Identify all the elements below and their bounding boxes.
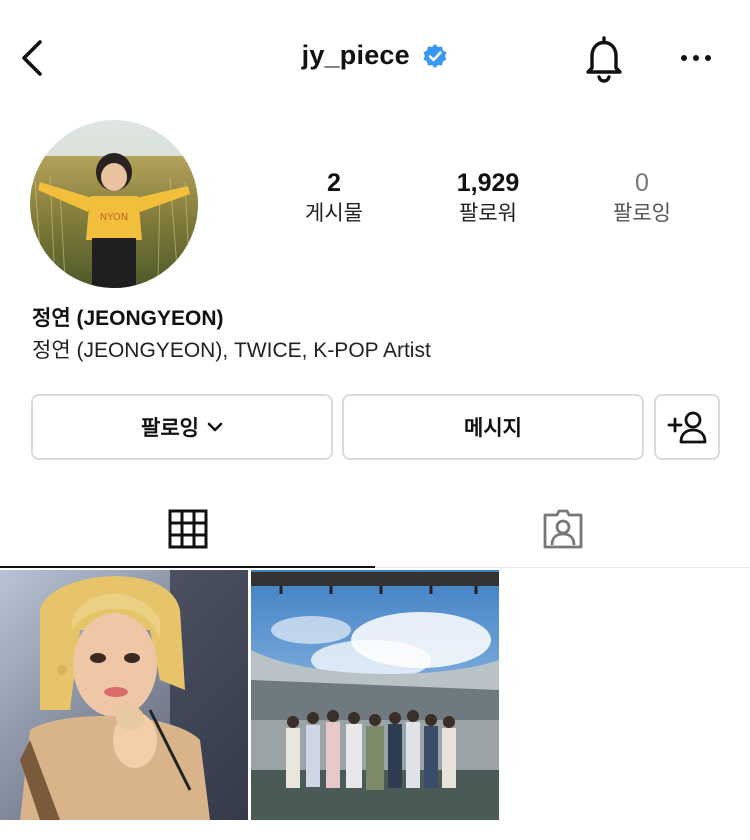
stat-following[interactable]: 0 팔로잉 — [572, 168, 712, 228]
stat-followers[interactable]: 1,929 팔로워 — [418, 168, 558, 228]
posts-count: 2 — [327, 169, 341, 197]
bell-icon — [586, 36, 622, 83]
profile-avatar[interactable]: NYON — [30, 120, 198, 288]
chevron-down-icon — [207, 422, 223, 432]
grid-icon — [168, 509, 207, 549]
post-thumbnail[interactable] — [0, 570, 248, 820]
verified-badge-icon — [423, 43, 447, 68]
stat-posts[interactable]: 2 게시물 — [264, 168, 404, 228]
following-button[interactable]: 팔로잉 — [31, 394, 333, 460]
posts-label: 게시물 — [305, 202, 363, 225]
profile-bio: 정연 (JEONGYEON), TWICE, K-POP Artist — [32, 339, 431, 362]
tab-tagged[interactable] — [375, 490, 750, 568]
following-label: 팔로잉 — [613, 202, 671, 225]
following-count: 0 — [635, 169, 649, 197]
tab-posts-grid[interactable] — [0, 490, 375, 568]
followers-count: 1,929 — [456, 169, 520, 197]
profile-tabs — [0, 490, 750, 568]
post-photo-stadium — [251, 570, 499, 820]
more-icon — [681, 55, 711, 61]
following-button-label: 팔로잉 — [141, 417, 199, 440]
more-options-button[interactable] — [676, 40, 716, 76]
display-name: 정연 (JEONGYEON) — [32, 307, 224, 330]
followers-label: 팔로워 — [459, 202, 517, 225]
message-button-label: 메시지 — [464, 417, 522, 440]
message-button[interactable]: 메시지 — [342, 394, 644, 460]
tagged-person-icon — [543, 509, 582, 549]
title-area: jy_piece — [0, 40, 750, 80]
active-tab-indicator — [0, 566, 375, 568]
notifications-button[interactable] — [580, 34, 628, 84]
top-bar: jy_piece — [0, 0, 750, 110]
post-thumbnail[interactable] — [251, 570, 499, 820]
avatar-image: NYON — [30, 120, 198, 288]
post-photo-selfie — [0, 570, 248, 820]
svg-text:NYON: NYON — [100, 212, 128, 223]
profile-username: jy_piece — [301, 40, 410, 70]
add-user-icon — [667, 411, 707, 444]
add-user-button[interactable] — [654, 394, 720, 460]
